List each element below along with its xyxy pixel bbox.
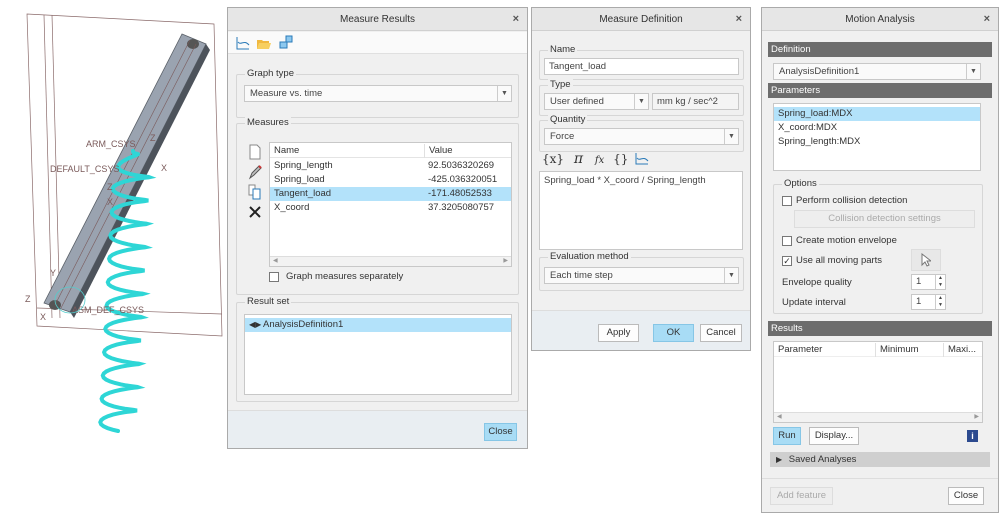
- close-button[interactable]: Close: [948, 487, 984, 505]
- delete-icon[interactable]: [248, 205, 262, 219]
- model-viewport[interactable]: ARM_CSYS DEFAULT_CSYS ASM_DEF_CSYS Z X Z…: [0, 0, 226, 440]
- options-group: Options Perform collision detection Coll…: [773, 178, 983, 314]
- units-field: mm kg / sec^2: [652, 93, 739, 110]
- results-table: Parameter Minimum Maxi... ◀ ▶: [773, 341, 983, 423]
- collision-detection-checkbox[interactable]: [782, 196, 792, 206]
- copy-icon[interactable]: [248, 184, 262, 200]
- table-row[interactable]: Spring_load -425.036320051: [270, 173, 511, 187]
- close-icon[interactable]: ×: [513, 8, 519, 31]
- svg-text:Z: Z: [25, 294, 31, 304]
- svg-text:X: X: [107, 197, 113, 207]
- chevron-down-icon: ▼: [724, 129, 738, 144]
- close-button[interactable]: Close: [484, 423, 517, 441]
- graph-icon[interactable]: [635, 153, 649, 165]
- list-item[interactable]: ◀▶ AnalysisDefinition1: [245, 318, 511, 332]
- cancel-button[interactable]: Cancel: [700, 324, 742, 342]
- chevron-down-icon: ▼: [634, 94, 648, 109]
- constants-pi-icon[interactable]: π: [574, 151, 583, 167]
- arm-link: [43, 33, 210, 318]
- collision-settings-button[interactable]: Collision detection settings: [794, 210, 975, 228]
- function-icon[interactable]: fx: [595, 155, 604, 166]
- type-dropdown[interactable]: User defined ▼: [544, 93, 649, 110]
- measure-results-dialog: Measure Results × Graph type Measure vs.…: [227, 7, 528, 449]
- evaluation-group: Evaluation method Each time step ▼: [539, 251, 744, 291]
- svg-text:Z: Z: [150, 133, 156, 143]
- measures-group: Measures Name Value Spring_length 92.5036…: [236, 117, 519, 295]
- table-row[interactable]: Spring_length 92.5036320269: [270, 159, 511, 173]
- result-set-group: Result set ◀▶ AnalysisDefinition1: [236, 296, 519, 402]
- open-folder-icon[interactable]: [256, 36, 272, 50]
- expression-textarea[interactable]: Spring_load * X_coord / Spring_length: [539, 171, 743, 250]
- motion-envelope-checkbox[interactable]: [782, 236, 792, 246]
- svg-text:Z: Z: [107, 182, 113, 192]
- graph-type-group: Graph type Measure vs. time ▼: [236, 68, 519, 118]
- dialog-title: Measure Results: [228, 8, 527, 31]
- horizontal-scrollbar[interactable]: ◀ ▶: [774, 412, 982, 422]
- measure-definition-dialog: Measure Definition × Name Tangent_load T…: [531, 7, 751, 351]
- results-header: Results: [768, 321, 992, 336]
- chevron-down-icon: ▼: [497, 86, 511, 101]
- definition-dropdown[interactable]: AnalysisDefinition1 ▼: [773, 63, 981, 80]
- horizontal-scrollbar[interactable]: ◀ ▶: [270, 256, 511, 266]
- apply-button[interactable]: Apply: [598, 324, 639, 342]
- close-icon[interactable]: ×: [736, 8, 742, 31]
- type-group: Type User defined ▼ mm kg / sec^2: [539, 79, 744, 116]
- new-measure-icon[interactable]: [248, 144, 262, 160]
- name-group: Name Tangent_load: [539, 44, 744, 80]
- chevron-down-icon: ▼: [966, 64, 980, 79]
- run-button[interactable]: Run: [773, 427, 801, 445]
- envelope-quality-stepper[interactable]: 1 ▲ ▼: [911, 274, 946, 290]
- variables-icon[interactable]: {x}: [542, 152, 564, 166]
- quantity-group: Quantity Force ▼: [539, 114, 744, 152]
- definition-header: Definition: [768, 42, 992, 57]
- graph-separately-checkbox[interactable]: [269, 272, 279, 282]
- list-item[interactable]: X_coord:MDX: [774, 121, 980, 135]
- table-header: Name Value: [270, 144, 511, 158]
- result-set-list: ◀▶ AnalysisDefinition1: [244, 314, 512, 395]
- info-icon[interactable]: i: [967, 430, 978, 442]
- edit-pencil-icon[interactable]: [248, 164, 262, 180]
- graph-type-dropdown[interactable]: Measure vs. time ▼: [244, 85, 512, 102]
- list-item[interactable]: Spring_load:MDX: [774, 107, 980, 121]
- name-input[interactable]: Tangent_load: [544, 58, 739, 75]
- saved-analyses-expander[interactable]: ▶ Saved Analyses: [770, 452, 990, 467]
- table-row[interactable]: X_coord 37.3205080757: [270, 201, 511, 215]
- analysis-icon: ◀▶: [249, 320, 262, 329]
- evaluation-method-dropdown[interactable]: Each time step ▼: [544, 267, 739, 284]
- ok-button[interactable]: OK: [653, 324, 694, 342]
- measure-insert-icon[interactable]: {}: [613, 152, 628, 166]
- update-interval-stepper[interactable]: 1 ▲ ▼: [911, 294, 946, 310]
- svg-text:X: X: [40, 312, 46, 322]
- select-parts-button[interactable]: [911, 249, 941, 271]
- dialog-title: Measure Definition: [532, 8, 750, 31]
- table-header: Parameter Minimum Maxi...: [774, 343, 982, 357]
- dialog-title: Motion Analysis: [762, 8, 998, 31]
- svg-text:DEFAULT_CSYS: DEFAULT_CSYS: [50, 164, 119, 174]
- graph-icon[interactable]: [236, 36, 250, 50]
- table-row[interactable]: Tangent_load -171.48052533: [270, 187, 511, 201]
- measures-table: Name Value Spring_length 92.5036320269 Sp…: [269, 142, 512, 267]
- svg-text:X: X: [161, 163, 167, 173]
- list-item[interactable]: Spring_length:MDX: [774, 135, 980, 149]
- quantity-dropdown[interactable]: Force ▼: [544, 128, 739, 145]
- motion-analysis-dialog: Motion Analysis × Definition AnalysisDef…: [761, 7, 999, 513]
- svg-text:ARM_CSYS: ARM_CSYS: [86, 139, 136, 149]
- export-icon[interactable]: [279, 35, 293, 50]
- svg-text:Y: Y: [50, 268, 56, 278]
- expand-triangle-icon: ▶: [776, 455, 783, 464]
- display-button[interactable]: Display...: [809, 427, 859, 445]
- cursor-arrow-icon: [921, 252, 933, 267]
- parameters-header: Parameters: [768, 83, 992, 98]
- use-all-moving-parts-checkbox[interactable]: ✓: [782, 256, 792, 266]
- parameters-list: Spring_load:MDX X_coord:MDX Spring_lengt…: [773, 103, 981, 171]
- chevron-down-icon: ▼: [724, 268, 738, 283]
- add-feature-button[interactable]: Add feature: [770, 487, 833, 505]
- close-icon[interactable]: ×: [984, 8, 990, 31]
